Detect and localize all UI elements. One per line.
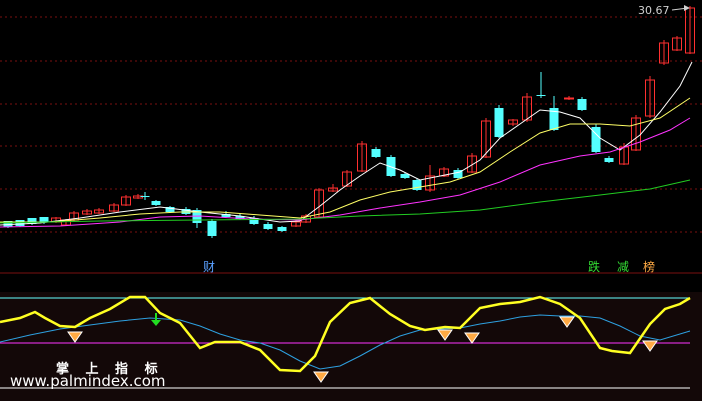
event-marker-die[interactable]: 跌 [588, 258, 600, 275]
candle-body-down [577, 99, 587, 110]
event-marker-cai[interactable]: 财 [203, 258, 215, 275]
ma-line-short [0, 61, 693, 226]
candle-body-down [39, 217, 49, 222]
candle-body-down [151, 201, 161, 205]
candle-body-down [263, 224, 273, 229]
candle-body-down [277, 227, 287, 231]
candle-body-down [371, 149, 381, 157]
event-marker-jian[interactable]: 减 [617, 258, 629, 275]
watermark-url: www.palmindex.com [10, 372, 166, 390]
arrow-icon [684, 5, 690, 11]
candle-body-down [604, 158, 614, 162]
ma-line-medium [0, 97, 691, 223]
stock-chart-window: 30.67 财 跌 减 榜 掌 上 指 标 www.palmindex.com [0, 0, 702, 401]
high-price-label: 30.67 [638, 4, 670, 17]
event-marker-bang[interactable]: 榜 [643, 258, 655, 275]
chart-canvas [0, 5, 702, 401]
candle-body-down [140, 196, 150, 197]
candle-body-up [564, 97, 574, 100]
candle-body-down [494, 108, 504, 137]
candle-body-down [207, 221, 217, 236]
candle-body-down [536, 95, 546, 96]
